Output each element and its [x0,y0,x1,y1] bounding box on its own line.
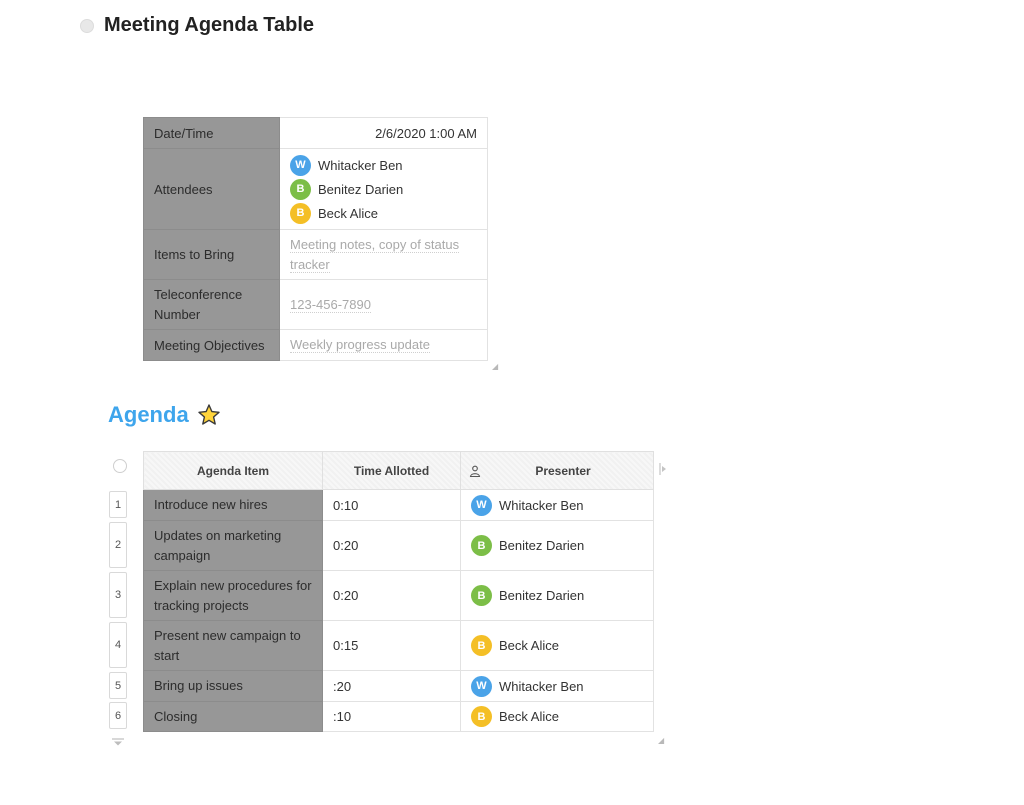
presenter-cell[interactable]: B Benitez Darien [460,570,654,621]
presenter-cell[interactable]: W Whitacker Ben [460,670,654,702]
teleconference-field[interactable]: 123-456-7890 [279,279,488,330]
agenda-table: Agenda Item Time Allotted Presenter Intr… [143,451,654,732]
row-number[interactable]: 6 [109,702,127,729]
row-number[interactable]: 4 [109,622,127,668]
table-row: Bring up issues :20 W Whitacker Ben [143,670,654,702]
presenter-name: Benitez Darien [499,538,585,553]
avatar: B [471,635,492,656]
attendee-item[interactable]: B Benitez Darien [290,177,477,201]
table-row: Explain new procedures for tracking proj… [143,570,654,621]
agenda-header-row: Agenda Item Time Allotted Presenter [143,451,654,490]
presenter-cell[interactable]: B Beck Alice [460,620,654,671]
presenter-name: Whitacker Ben [499,497,584,513]
column-header-presenter[interactable]: Presenter [460,451,654,490]
info-label-items-to-bring: Items to Bring [143,229,280,280]
add-column-icon[interactable] [659,462,667,476]
doc-header: Meeting Agenda Table [80,14,314,37]
attendee-name: Benitez Darien [318,181,404,197]
page-status-circle-icon[interactable] [80,18,94,33]
objectives-placeholder: Weekly progress update [290,337,430,353]
avatar: B [471,535,492,556]
presenter-name: Benitez Darien [499,588,585,603]
items-to-bring-placeholder: Meeting notes, copy of status tracker [290,236,460,273]
meeting-info-table: Date/Time 2/6/2020 1:00 AM Attendees W W… [143,117,488,361]
presenter-name: Beck Alice [499,638,559,653]
attendee-name: Whitacker Ben [318,157,403,173]
filter-icon[interactable] [112,738,124,746]
agenda-heading[interactable]: Agenda [108,402,221,428]
info-row-objectives: Meeting Objectives Weekly progress updat… [143,329,488,361]
avatar: W [290,154,311,176]
row-number[interactable]: 1 [109,491,127,518]
attendee-name: Beck Alice [318,205,378,221]
attendees-cell[interactable]: W Whitacker Ben B Benitez Darien B Beck … [279,148,488,230]
time-cell[interactable]: 0:20 [322,520,461,571]
presenter-name: Whitacker Ben [499,678,584,694]
row-number[interactable]: 2 [109,522,127,568]
avatar: B [471,706,492,727]
datetime-value[interactable]: 2/6/2020 1:00 AM [279,117,488,149]
info-row-datetime: Date/Time 2/6/2020 1:00 AM [143,117,488,149]
agenda-title: Agenda [108,402,189,427]
info-row-attendees: Attendees W Whitacker Ben B Benitez Dari… [143,148,488,230]
avatar: B [471,585,492,606]
presenter-cell[interactable]: B Beck Alice [460,701,654,732]
avatar: B [290,178,311,200]
info-table-resize-icon[interactable]: ◢ [492,363,500,371]
time-cell[interactable]: 0:15 [322,620,461,671]
document-page: Meeting Agenda Table Date/Time 2/6/2020 … [0,0,1024,805]
presenter-cell[interactable]: B Benitez Darien [460,520,654,571]
time-cell[interactable]: :20 [322,670,461,702]
time-cell[interactable]: 0:10 [322,489,461,521]
agenda-item-cell[interactable]: Explain new procedures for tracking proj… [143,570,323,621]
agenda-item-cell[interactable]: Bring up issues [143,670,323,702]
presenter-name: Beck Alice [499,709,559,724]
row-number[interactable]: 5 [109,672,127,699]
table-row: Closing :10 B Beck Alice [143,701,654,732]
avatar: B [290,202,311,224]
column-header-agenda-item[interactable]: Agenda Item [143,451,323,490]
presenter-cell[interactable]: W Whitacker Ben [460,489,654,521]
info-label-teleconference: Teleconference Number [143,279,280,330]
time-cell[interactable]: :10 [322,701,461,732]
info-row-items-to-bring: Items to Bring Meeting notes, copy of st… [143,229,488,280]
select-all-rows-icon[interactable] [113,459,127,473]
time-cell[interactable]: 0:20 [322,570,461,621]
agenda-table-resize-icon[interactable]: ◢ [658,737,666,745]
teleconference-placeholder: 123-456-7890 [290,296,371,313]
agenda-item-cell[interactable]: Updates on marketing campaign [143,520,323,571]
table-row: Present new campaign to start 0:15 B Bec… [143,620,654,671]
agenda-item-cell[interactable]: Introduce new hires [143,489,323,521]
info-label-datetime: Date/Time [143,117,280,149]
table-row: Updates on marketing campaign 0:20 B Ben… [143,520,654,571]
person-column-icon [469,465,481,477]
items-to-bring-field[interactable]: Meeting notes, copy of status tracker [279,229,488,280]
page-title[interactable]: Meeting Agenda Table [104,14,314,37]
objectives-field[interactable]: Weekly progress update [279,329,488,361]
table-row: Introduce new hires 0:10 W Whitacker Ben [143,489,654,521]
agenda-item-cell[interactable]: Present new campaign to start [143,620,323,671]
star-icon [197,404,220,425]
info-label-attendees: Attendees [143,148,280,230]
avatar: W [471,675,492,697]
info-row-teleconference: Teleconference Number 123-456-7890 [143,279,488,330]
agenda-item-cell[interactable]: Closing [143,701,323,732]
avatar: W [471,494,492,516]
presenter-header-label: Presenter [535,463,591,478]
row-number[interactable]: 3 [109,572,127,618]
info-label-objectives: Meeting Objectives [143,329,280,361]
attendee-item[interactable]: B Beck Alice [290,201,477,225]
column-header-time-allotted[interactable]: Time Allotted [322,451,461,490]
attendee-item[interactable]: W Whitacker Ben [290,153,477,177]
